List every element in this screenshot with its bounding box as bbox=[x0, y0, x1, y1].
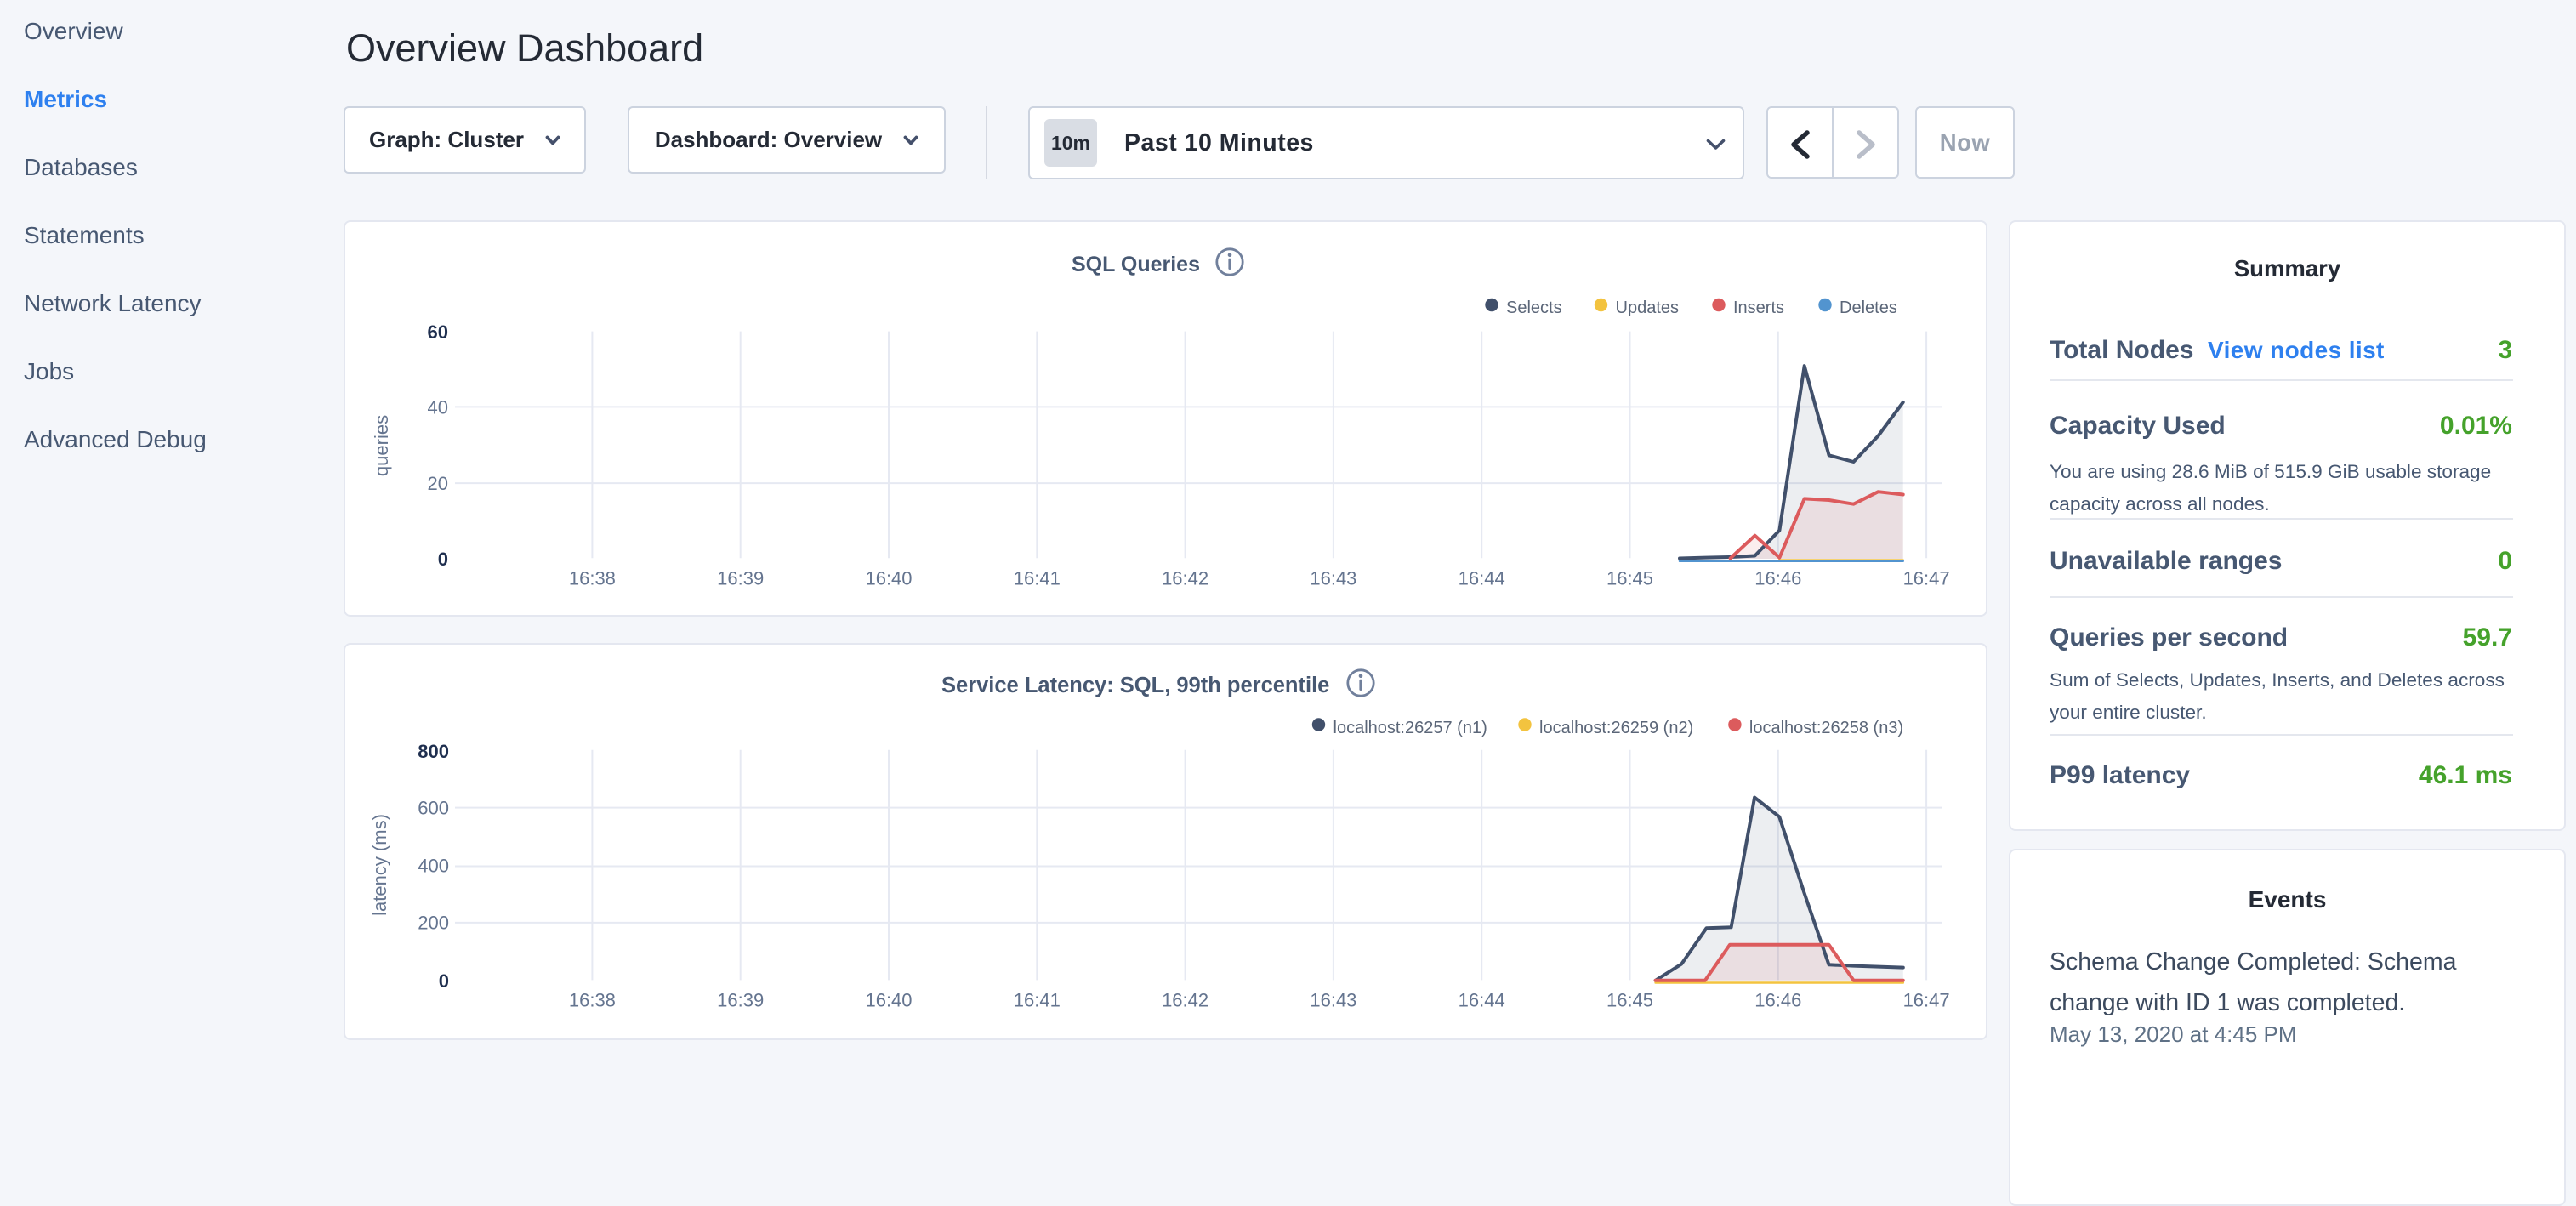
svg-text:800: 800 bbox=[418, 741, 449, 762]
svg-text:16:43: 16:43 bbox=[1310, 989, 1356, 1010]
svg-text:16:44: 16:44 bbox=[1459, 989, 1505, 1010]
svg-text:16:44: 16:44 bbox=[1459, 567, 1505, 589]
svg-text:16:47: 16:47 bbox=[1903, 567, 1950, 589]
svg-text:16:39: 16:39 bbox=[717, 989, 764, 1010]
svg-text:Deletes: Deletes bbox=[1840, 299, 1897, 317]
svg-text:16:45: 16:45 bbox=[1606, 989, 1653, 1010]
svg-text:16:46: 16:46 bbox=[1754, 989, 1801, 1010]
svg-text:localhost:26258 (n3): localhost:26258 (n3) bbox=[1749, 719, 1903, 737]
svg-text:0: 0 bbox=[439, 970, 449, 992]
svg-text:16:40: 16:40 bbox=[865, 989, 912, 1010]
svg-text:400: 400 bbox=[418, 856, 449, 877]
svg-text:Service Latency: SQL, 99th per: Service Latency: SQL, 99th percentile bbox=[941, 674, 1329, 697]
svg-text:16:42: 16:42 bbox=[1162, 989, 1208, 1010]
svg-text:latency (ms): latency (ms) bbox=[369, 814, 390, 916]
svg-text:16:46: 16:46 bbox=[1754, 567, 1801, 589]
svg-text:60: 60 bbox=[428, 321, 448, 343]
svg-text:Selects: Selects bbox=[1506, 299, 1562, 317]
svg-text:16:43: 16:43 bbox=[1310, 567, 1356, 589]
svg-text:16:41: 16:41 bbox=[1014, 989, 1061, 1010]
svg-text:localhost:26257 (n1): localhost:26257 (n1) bbox=[1333, 719, 1487, 737]
svg-text:Updates: Updates bbox=[1616, 299, 1680, 317]
svg-text:16:39: 16:39 bbox=[717, 567, 764, 589]
svg-text:16:38: 16:38 bbox=[569, 567, 616, 589]
svg-text:16:47: 16:47 bbox=[1903, 989, 1950, 1010]
svg-text:200: 200 bbox=[418, 913, 449, 934]
svg-text:SQL Queries: SQL Queries bbox=[1072, 253, 1200, 276]
svg-text:16:45: 16:45 bbox=[1606, 567, 1653, 589]
svg-text:20: 20 bbox=[428, 473, 448, 494]
svg-text:Inserts: Inserts bbox=[1733, 299, 1784, 317]
svg-text:40: 40 bbox=[428, 396, 448, 418]
svg-text:queries: queries bbox=[371, 415, 392, 476]
svg-text:16:41: 16:41 bbox=[1014, 567, 1061, 589]
svg-text:localhost:26259 (n2): localhost:26259 (n2) bbox=[1539, 719, 1693, 737]
svg-text:0: 0 bbox=[438, 549, 448, 570]
svg-text:16:42: 16:42 bbox=[1162, 567, 1208, 589]
svg-text:16:38: 16:38 bbox=[569, 989, 616, 1010]
svg-text:16:40: 16:40 bbox=[865, 567, 912, 589]
svg-text:600: 600 bbox=[418, 798, 449, 819]
